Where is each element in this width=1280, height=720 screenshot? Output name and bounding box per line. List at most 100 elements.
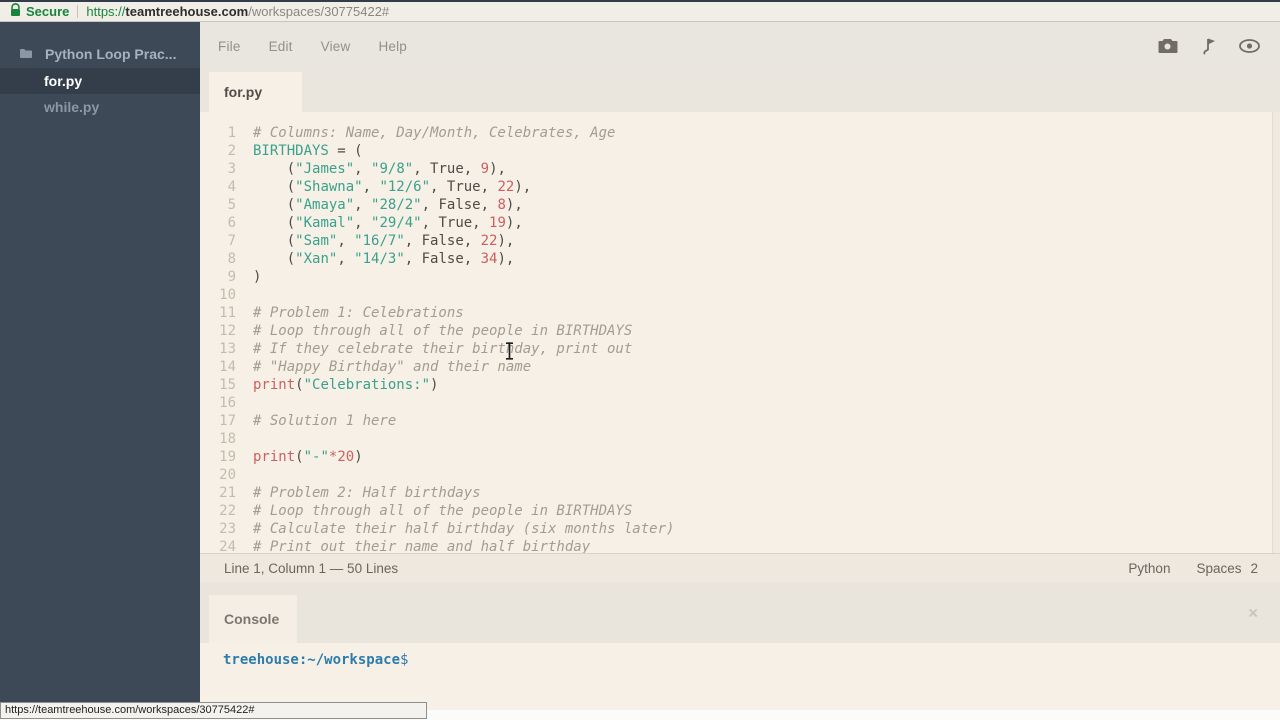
folder-icon [19,46,33,62]
fork-icon[interactable] [1200,37,1217,55]
line-number: 17 [200,412,236,430]
tab-for-py[interactable]: for.py [209,72,302,112]
menu-help[interactable]: Help [378,39,407,54]
code-line-4[interactable]: 4 ("Shawna", "12/6", True, 22), [200,178,1280,196]
line-content: # Loop through all of the people in BIRT… [253,502,632,520]
file-sidebar: Python Loop Prac... for.pywhile.py [0,22,200,710]
code-line-3[interactable]: 3 ("James", "9/8", True, 9), [200,160,1280,178]
line-number: 22 [200,502,236,520]
cursor-position-label: Line 1, Column 1 — 50 Lines [224,561,398,576]
console-header: Console × [200,582,1280,643]
line-number: 11 [200,304,236,322]
toolbar-icons [1157,22,1260,70]
line-content: BIRTHDAYS = ( [253,142,363,160]
status-right: Python Spaces 2 [1128,561,1258,576]
line-number: 9 [200,268,236,286]
code-line-15[interactable]: 15 print("Celebrations:") [200,376,1280,394]
code-line-2[interactable]: 2 BIRTHDAYS = ( [200,142,1280,160]
line-content: # If they celebrate their birthday, prin… [253,340,632,358]
console-title: Console [224,611,279,627]
line-content: print("-"*20) [253,448,363,466]
line-content: ("James", "9/8", True, 9), [253,160,506,178]
code-line-11[interactable]: 11# Problem 1: Celebrations [200,304,1280,322]
indent-type-select[interactable]: Spaces [1196,561,1241,576]
line-number: 20 [200,466,236,484]
code-line-13[interactable]: 13 # If they celebrate their birthday, pr… [200,340,1280,358]
line-number: 13 [200,340,236,358]
editor-scrollbar[interactable] [1272,112,1280,553]
code-line-18[interactable]: 18 [200,430,1280,448]
menu-edit[interactable]: Edit [269,39,293,54]
line-number: 10 [200,286,236,304]
text-cursor-icon [504,342,515,364]
lock-icon [10,3,21,20]
sidebar-file-while.py[interactable]: while.py [0,94,200,120]
line-content: ("Xan", "14/3", False, 34), [253,250,514,268]
code-line-16[interactable]: 16 [200,394,1280,412]
menu-file[interactable]: File [218,39,241,54]
code-line-1[interactable]: 1# Columns: Name, Day/Month, Celebrates,… [200,124,1280,142]
line-content: # Calculate their half birthday (six mon… [253,520,674,538]
line-content: ("Sam", "16/7", False, 22), [253,232,514,250]
line-number: 21 [200,484,236,502]
workspace-content: File Edit View Help for.py 1# Columns: Name… [200,22,1280,710]
project-folder[interactable]: Python Loop Prac... [0,40,200,68]
url-path: /workspaces/30775422# [248,4,389,19]
line-number: 8 [200,250,236,268]
line-number: 7 [200,232,236,250]
line-content: # Solution 1 here [253,412,396,430]
language-select[interactable]: Python [1128,561,1170,576]
camera-icon[interactable] [1157,38,1178,54]
code-line-8[interactable]: 8 ("Xan", "14/3", False, 34), [200,250,1280,268]
line-content: # "Happy Birthday" and their name [253,358,531,376]
editor-status-bar: Line 1, Column 1 — 50 Lines Python Space… [200,553,1280,582]
code-line-5[interactable]: 5 ("Amaya", "28/2", False, 8), [200,196,1280,214]
console-close-icon[interactable]: × [1248,604,1258,621]
line-content: # Print out their name and half birthday [253,538,590,553]
browser-link-status: https://teamtreehouse.com/workspaces/307… [0,702,427,719]
menu-view[interactable]: View [321,39,351,54]
code-line-6[interactable]: 6 ("Kamal", "29/4", True, 19), [200,214,1280,232]
code-line-14[interactable]: 14 # "Happy Birthday" and their name [200,358,1280,376]
code-line-19[interactable]: 19 print("-"*20) [200,448,1280,466]
code-line-24[interactable]: 24 # Print out their name and half birthd… [200,538,1280,553]
url-text[interactable]: https://teamtreehouse.com/workspaces/307… [86,4,389,19]
indent-size-select[interactable]: 2 [1250,561,1258,576]
line-content: print("Celebrations:") [253,376,438,394]
secure-label: Secure [26,4,69,19]
line-content: ("Kamal", "29/4", True, 19), [253,214,523,232]
code-line-21[interactable]: 21 # Problem 2: Half birthdays [200,484,1280,502]
url-divider [77,5,78,18]
code-line-7[interactable]: 7 ("Sam", "16/7", False, 22), [200,232,1280,250]
line-number: 19 [200,448,236,466]
console-terminal[interactable]: treehouse:~/workspace$ [200,643,1280,710]
code-line-9[interactable]: 9) [200,268,1280,286]
code-editor[interactable]: 1# Columns: Name, Day/Month, Celebrates,… [200,112,1280,553]
line-number: 2 [200,142,236,160]
terminal-prompt: treehouse:~/workspace [223,652,400,668]
line-content: # Columns: Name, Day/Month, Celebrates, … [253,124,615,142]
line-number: 14 [200,358,236,376]
editor-tab-bar: for.py [200,70,1280,112]
eye-icon[interactable] [1239,39,1260,53]
file-list: for.pywhile.py [0,68,200,120]
browser-address-bar[interactable]: Secure https://teamtreehouse.com/workspa… [0,0,1280,22]
menu-bar: File Edit View Help [200,22,1280,70]
url-domain: teamtreehouse.com [125,4,248,19]
code-line-12[interactable]: 12 # Loop through all of the people in BI… [200,322,1280,340]
code-line-22[interactable]: 22 # Loop through all of the people in BI… [200,502,1280,520]
line-content: # Problem 2: Half birthdays [253,484,481,502]
line-number: 24 [200,538,236,553]
code-line-20[interactable]: 20 [200,466,1280,484]
project-name: Python Loop Prac... [45,46,176,62]
code-line-23[interactable]: 23# Calculate their half birthday (six m… [200,520,1280,538]
line-content: ("Shawna", "12/6", True, 22), [253,178,531,196]
code-line-17[interactable]: 17 # Solution 1 here [200,412,1280,430]
line-number: 15 [200,376,236,394]
line-content: # Loop through all of the people in BIRT… [253,322,632,340]
sidebar-file-for.py[interactable]: for.py [0,68,200,94]
code-line-10[interactable]: 10 [200,286,1280,304]
console-tab[interactable]: Console [209,595,297,643]
line-number: 4 [200,178,236,196]
line-number: 12 [200,322,236,340]
